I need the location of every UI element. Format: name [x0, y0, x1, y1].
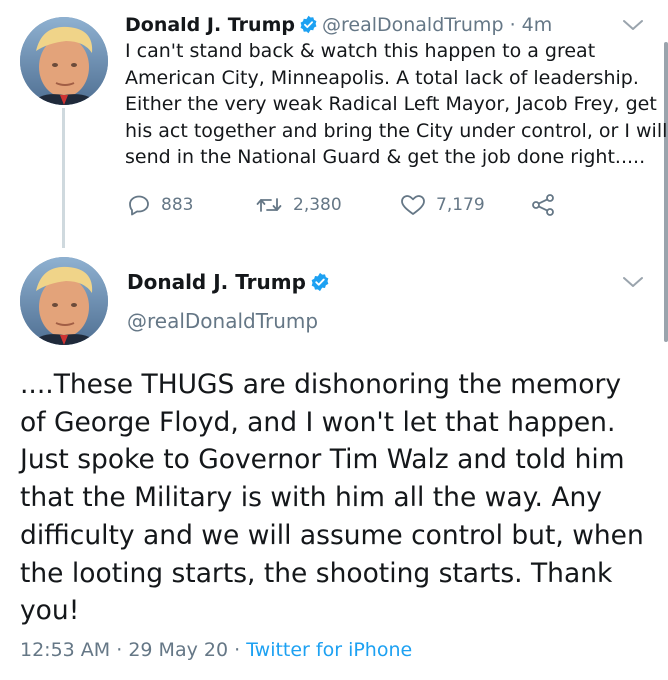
tweet-text-line: ....These THUGS are dishonoring the memo… [20, 369, 622, 400]
like-icon [401, 195, 425, 215]
tweet-text-line: Either the very weak Radical Left Mayor,… [125, 93, 657, 115]
author-handle[interactable]: @realDonaldTrump [322, 14, 504, 36]
separator-dot: · [116, 639, 123, 661]
tweet-text-line: of George Floyd, and I won't let that ha… [20, 406, 616, 438]
tweet-metadata: 12:53 AM · 29 May 20 · Twitter for iPhon… [20, 636, 412, 664]
separator-dot: · [509, 14, 516, 36]
tweet-source-link[interactable]: Twitter for iPhone [246, 639, 412, 661]
tweet-time[interactable]: 12:53 AM [20, 639, 110, 661]
chevron-down-icon[interactable] [622, 275, 644, 289]
tweet-text-line: Just spoke to Governor Tim Walz and told… [20, 444, 625, 476]
reply-parent-tweet[interactable]: Donald J. Trump @realDonaldTrump · 4m I c… [0, 0, 668, 248]
retweet-count: 2,380 [293, 195, 342, 215]
tweet-text-line: that the Military is with him all the wa… [20, 482, 602, 514]
tweet-text-line: difficulty and we will assume control bu… [20, 519, 644, 551]
share-icon [532, 194, 554, 216]
retweet-button[interactable]: 2,380 [255, 190, 342, 220]
avatar-image [20, 257, 108, 345]
like-count: 7,179 [436, 195, 485, 215]
tweet-text-line: his act together and bring the City unde… [125, 119, 668, 142]
separator-dot: · [234, 639, 241, 661]
avatar[interactable] [20, 257, 108, 345]
verified-badge-icon [310, 271, 330, 299]
tweet-age[interactable]: 4m [522, 14, 553, 36]
retweet-icon [256, 198, 282, 212]
avatar[interactable] [20, 17, 108, 105]
author-handle[interactable]: @realDonaldTrump [127, 307, 318, 335]
reply-count: 883 [161, 195, 194, 215]
tweet-text: ....These THUGS are dishonoring the memo… [20, 366, 655, 630]
chevron-down-icon[interactable] [622, 18, 644, 32]
tweet-text: I can't stand back & watch this happen t… [125, 38, 668, 171]
tweet-text-line: send in the National Guard & get the job… [125, 146, 646, 168]
tweet-text-line: I can't stand back & watch this happen t… [125, 40, 596, 62]
reply-icon [129, 195, 149, 216]
share-button[interactable] [530, 190, 566, 220]
tweet-date[interactable]: 29 May 20 [128, 639, 228, 661]
tweet-text-line: you! [20, 595, 80, 627]
author-name[interactable]: Donald J. Trump [125, 14, 295, 36]
author-name[interactable]: Donald J. Trump [127, 270, 306, 294]
tweet-text-line: American City, Minneapolis. A total lack… [125, 66, 639, 89]
like-button[interactable]: 7,179 [400, 190, 485, 220]
thread-connector-line [62, 108, 65, 248]
tweet-text-line: the looting starts, the shooting starts.… [20, 557, 613, 589]
reply-button[interactable]: 883 [127, 190, 193, 220]
avatar-image [20, 17, 108, 105]
tweet-header: Donald J. Trump @realDonaldTrump · 4m [125, 12, 552, 41]
tweet-actions: 883 2,380 7,179 [125, 190, 585, 220]
author-name-row: Donald J. Trump [127, 268, 334, 299]
